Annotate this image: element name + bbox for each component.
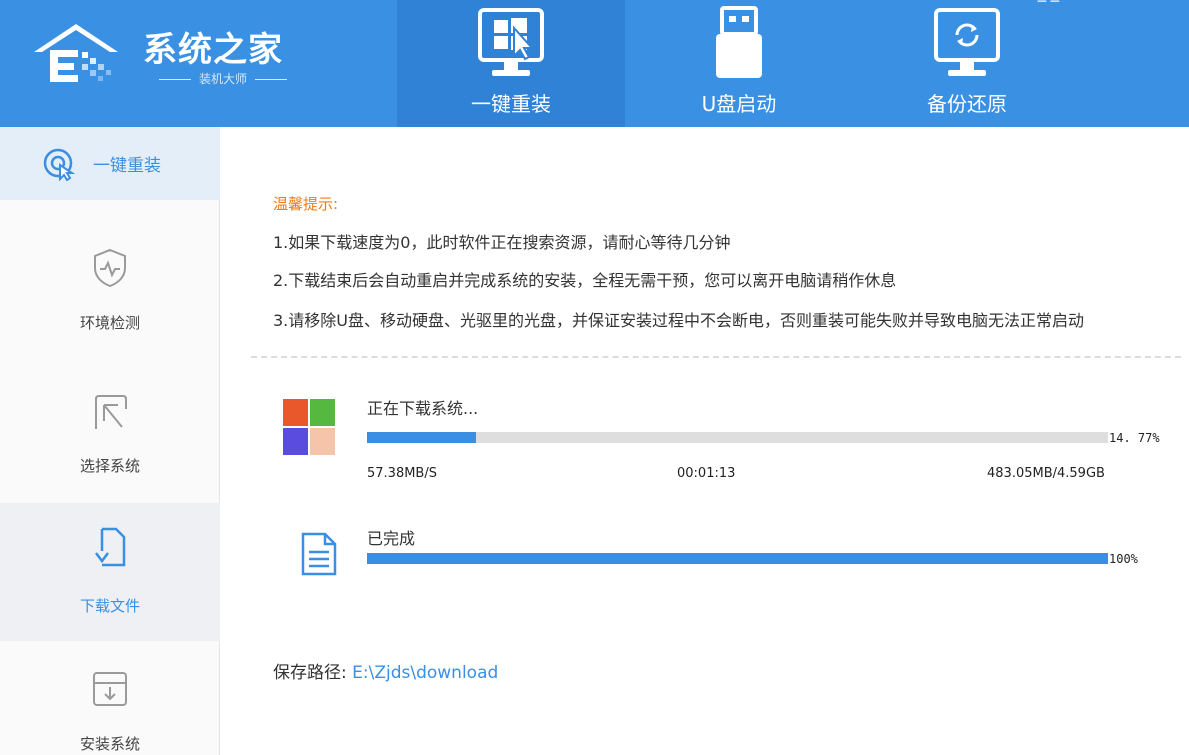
download-progress-fill — [367, 432, 477, 443]
window-controls[interactable]: ─ ─ — [1038, 0, 1059, 10]
sidebar-item-select-system[interactable]: 选择系统 — [0, 365, 220, 503]
download-progress-bar — [367, 432, 1108, 443]
sidebar-header-label: 一键重装 — [93, 156, 161, 176]
sidebar-item-download-files[interactable]: 下载文件 — [0, 503, 220, 641]
select-cursor-icon — [95, 395, 127, 429]
one-click-icon — [43, 148, 76, 181]
tip-line: 1.如果下载速度为0，此时软件正在搜索资源，请耐心等待几分钟 — [273, 233, 731, 252]
tab-label: 备份还原 — [927, 92, 1007, 116]
tab-label: 一键重装 — [471, 92, 551, 116]
sidebar-item-label: 下载文件 — [79, 597, 140, 615]
completed-progress-fill — [367, 553, 1108, 564]
completed-percent: 100% — [1109, 552, 1138, 566]
house-logo-icon — [34, 24, 118, 82]
sidebar-item-install-system[interactable]: 安装系统 — [0, 641, 220, 755]
download-percent: 14. 77% — [1109, 431, 1160, 445]
install-box-icon — [93, 672, 127, 706]
windows-logo-icon — [283, 399, 335, 455]
tab-backup-restore[interactable]: 备份还原 — [853, 0, 1081, 127]
save-path-link[interactable]: E:\Zjds\download — [352, 663, 498, 683]
document-icon — [301, 532, 337, 576]
tips-title: 温馨提示: — [273, 195, 339, 213]
sidebar-header-one-click[interactable]: 一键重装 — [0, 127, 220, 200]
completed-progress-bar — [367, 553, 1108, 564]
tab-label: U盘启动 — [701, 92, 777, 116]
usb-drive-icon — [716, 6, 762, 78]
file-download-icon — [95, 527, 126, 567]
save-path-row: 保存路径: E:\Zjds\download — [273, 658, 498, 683]
download-elapsed-time: 00:01:13 — [677, 466, 736, 481]
completed-status-title: 已完成 — [367, 529, 416, 548]
tab-usb-boot[interactable]: U盘启动 — [625, 0, 853, 127]
app-logo: 系统之家 装机大师 — [30, 12, 320, 92]
download-size: 483.05MB/4.59GB — [987, 466, 1105, 481]
backup-restore-icon — [934, 8, 1000, 76]
brand-subtitle: 装机大师 — [143, 70, 303, 87]
sidebar-item-environment-check[interactable]: 环境检测 — [0, 200, 220, 338]
shield-check-icon — [94, 248, 126, 288]
save-path-label: 保存路径: — [273, 663, 347, 683]
brand-title: 系统之家 — [143, 30, 283, 70]
tab-one-click-reinstall[interactable]: 一键重装 — [397, 0, 625, 127]
tip-line: 3.请移除U盘、移动硬盘、光驱里的光盘，并保证安装过程中不会断电，否则重装可能失… — [273, 311, 1084, 330]
sidebar: 一键重装 环境检测 选择系统 下载文件 安装系统 — [0, 127, 220, 755]
download-status-title: 正在下载系统... — [367, 399, 479, 418]
dashed-divider — [251, 356, 1181, 358]
windows-monitor-icon — [478, 8, 544, 76]
top-header: 系统之家 装机大师 一键重装 U盘启动 备份还原 ─ ─ — [0, 0, 1189, 127]
sidebar-item-label: 环境检测 — [79, 314, 140, 332]
download-speed: 57.38MB/S — [367, 466, 437, 481]
sidebar-item-label: 选择系统 — [79, 457, 140, 475]
main-panel: 温馨提示: 1.如果下载速度为0，此时软件正在搜索资源，请耐心等待几分钟 2.下… — [221, 127, 1189, 755]
sidebar-item-label: 安装系统 — [79, 735, 140, 753]
tip-line: 2.下载结束后会自动重启并完成系统的安装，全程无需干预，您可以离开电脑请稍作休息 — [273, 271, 897, 290]
